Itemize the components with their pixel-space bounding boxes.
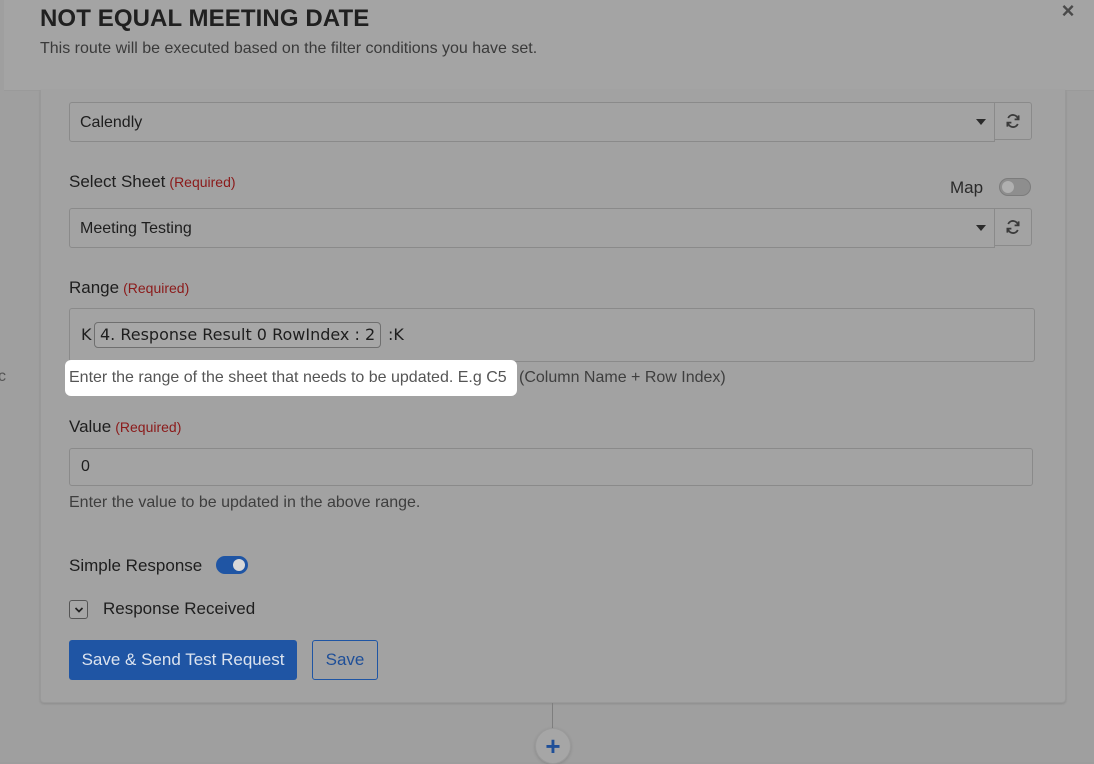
response-received-label: Response Received [103,599,256,618]
spreadsheet-select-row: Calendly [69,102,1035,142]
range-help-suffix: (Column Name + Row Index) [519,369,726,386]
range-label-text: Range [69,278,120,297]
map-label: Map [950,178,984,197]
background-fragment: c [0,368,6,385]
simple-response-toggle[interactable] [216,556,248,574]
toggle-knob [1002,181,1014,193]
chevron-down-icon [976,119,986,125]
close-button[interactable]: × [1056,0,1080,22]
value-input[interactable] [69,448,1033,486]
sheet-select-value: Meeting Testing [80,220,192,237]
flow-connector-line [552,703,553,729]
value-label-text: Value [69,417,112,436]
sheet-select-row: Meeting Testing [69,208,1035,248]
refresh-icon [1006,220,1020,234]
range-help-text: Enter the range of the sheet that needs … [69,369,507,386]
range-input[interactable]: K 4. Response Result 0 RowIndex : 2 :K [69,308,1035,362]
save-send-test-request-button[interactable]: Save & Send Test Request [69,640,297,680]
simple-response-label: Simple Response [69,556,203,575]
modal-subtitle: This route will be executed based on the… [40,40,538,57]
chevron-down-icon [74,606,83,613]
required-marker: (Required) [169,174,236,190]
select-sheet-label: Select Sheet (Required) [69,172,236,192]
add-step-button[interactable]: + [535,728,571,764]
chevron-down-icon [976,225,986,231]
range-label: Range (Required) [69,278,189,298]
save-button[interactable]: Save [312,640,378,680]
spreadsheet-select[interactable]: Calendly [69,102,995,142]
refresh-spreadsheet-button[interactable] [994,102,1032,140]
refresh-icon [1006,114,1020,128]
response-received-expand[interactable] [69,600,88,619]
value-label: Value (Required) [69,417,181,437]
sheet-select[interactable]: Meeting Testing [69,208,995,248]
range-variable-chip[interactable]: 4. Response Result 0 RowIndex : 2 [94,322,382,348]
required-marker: (Required) [123,280,190,296]
value-help-text: Enter the value to be updated in the abo… [69,494,421,511]
range-prefix: K [81,325,92,344]
select-sheet-label-text: Select Sheet [69,172,166,191]
form-card: Calendly Select Sheet (Required) Map Meet… [40,90,1066,703]
spreadsheet-select-value: Calendly [80,114,143,131]
modal-title: NOT EQUAL MEETING DATE [40,5,370,32]
range-suffix: :K [388,325,404,344]
modal-header: NOT EQUAL MEETING DATE This route will b… [4,0,1094,91]
range-help-highlight: Enter the range of the sheet that needs … [65,360,517,396]
toggle-knob [233,559,245,571]
refresh-sheet-button[interactable] [994,208,1032,246]
map-toggle[interactable] [999,178,1031,196]
required-marker: (Required) [115,419,182,435]
